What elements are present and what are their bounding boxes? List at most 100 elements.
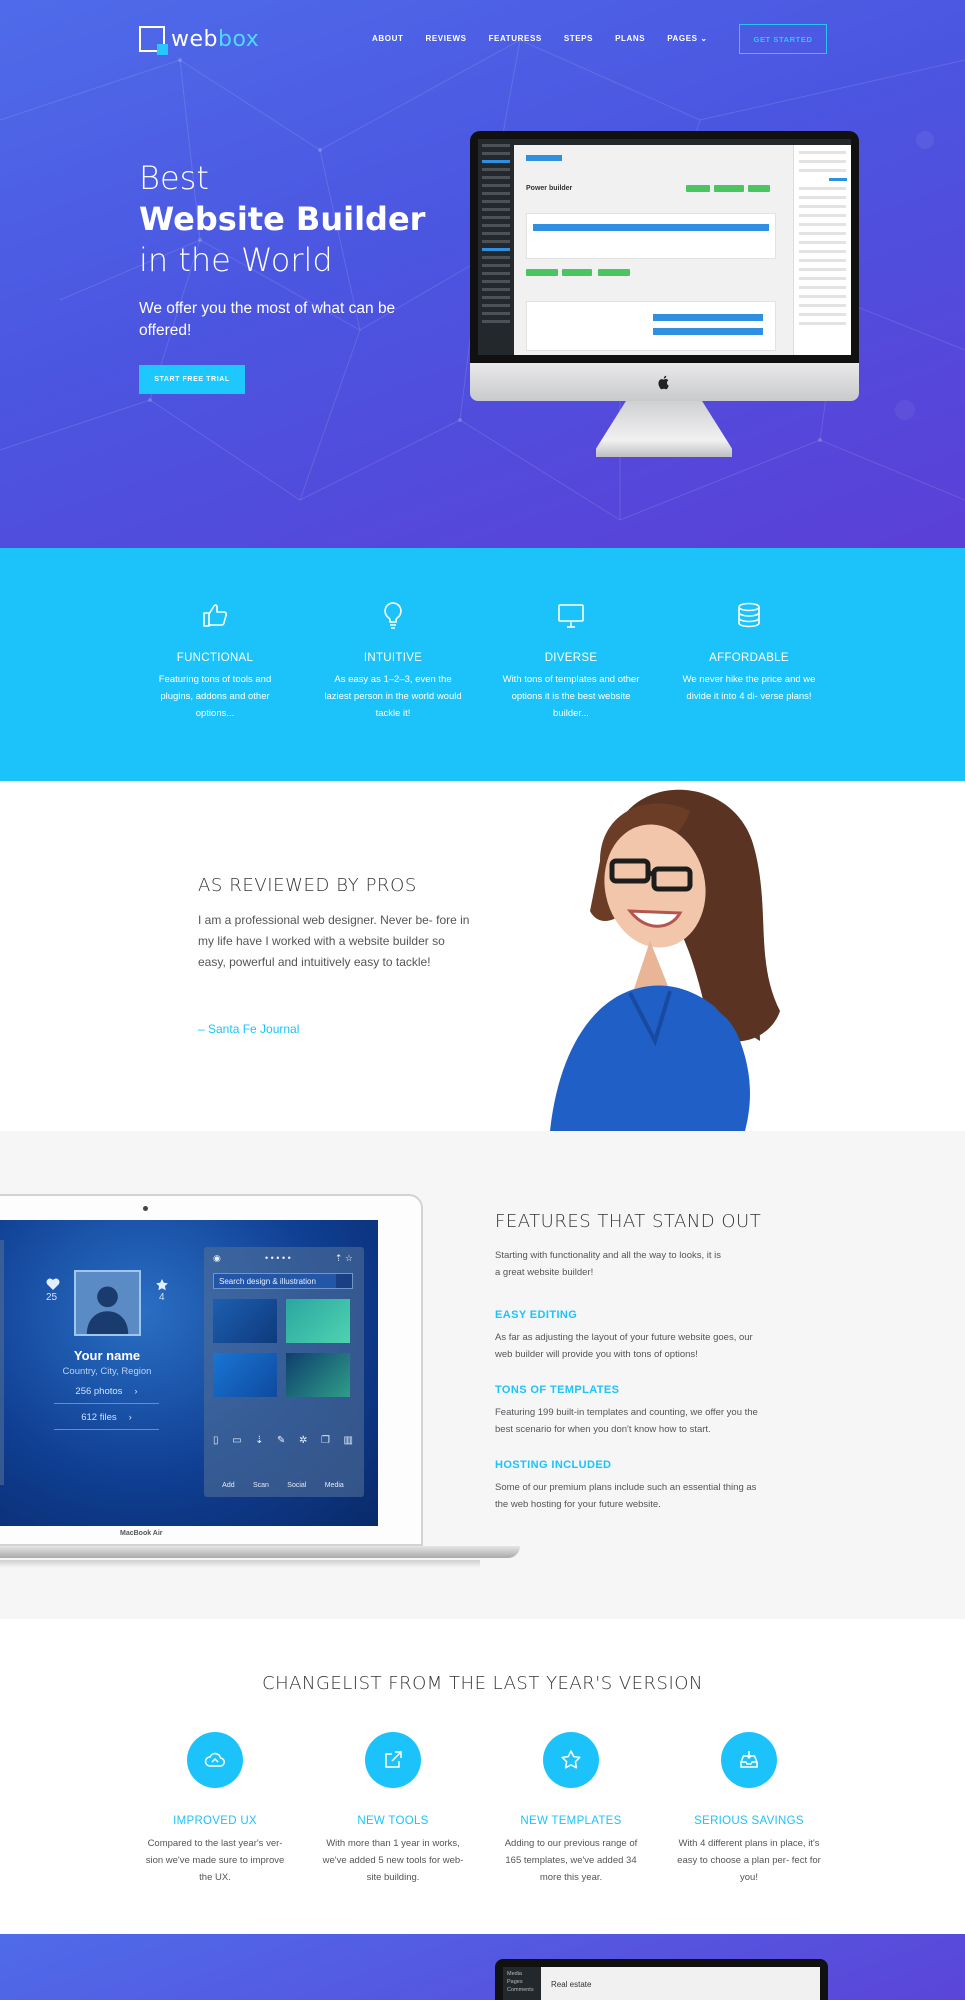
pencil-icon[interactable]: ✎ (277, 1435, 285, 1446)
feature-intuitive: INTUITIVE As easy as 1–2–3, even the laz… (323, 600, 463, 722)
external-link-icon (385, 1751, 402, 1768)
standout-item-text: Featuring 199 built-in templates and cou… (495, 1407, 758, 1435)
get-started-button[interactable]: GET STARTED (739, 24, 827, 54)
settings-icon[interactable]: ✲ (299, 1435, 307, 1446)
logo-mark-icon (139, 26, 168, 55)
macbook-label: MacBook Air (120, 1530, 163, 1537)
changelist-text: Compared to the last year's ver- sion we… (145, 1838, 285, 1883)
hero-title: Best Website Builder in the World (139, 158, 425, 281)
nav-item-steps[interactable]: STEPS (564, 34, 593, 43)
feature-text: With tons of templates and other options… (502, 674, 640, 719)
avatar (74, 1270, 141, 1336)
macbook-lid: 25 4 Your name Country, City, Region 256… (0, 1194, 423, 1546)
scan-tool[interactable]: Scan (253, 1482, 269, 1489)
hero-section: webbox ABOUT REVIEWS FEATURESS STEPS PLA… (0, 0, 965, 548)
reviewer-portrait (550, 789, 780, 1131)
standout-item-title: EASY EDITING (495, 1309, 578, 1321)
feature-affordable: AFFORDABLE We never hike the price and w… (679, 600, 819, 705)
chart-icon[interactable]: ▥ (343, 1435, 352, 1446)
changelist-title: SERIOUS SAVINGS (694, 1815, 804, 1827)
hero-title-line1: Best (139, 159, 209, 197)
search-placeholder: Search design & illustration (219, 1277, 316, 1286)
changelist-text: With more than 1 year in works, we've ad… (322, 1838, 464, 1883)
changelist-text: Adding to our previous range of 165 temp… (504, 1838, 638, 1883)
nav-item-plans[interactable]: PLANS (615, 34, 645, 43)
chevron-right-icon: › (134, 1386, 138, 1397)
media-tool[interactable]: Media (325, 1482, 344, 1489)
imac-mockup: Power builder (470, 131, 859, 457)
macbook-mockup: 25 4 Your name Country, City, Region 256… (0, 1194, 530, 1579)
bottom-hero-section: Media Pages Comments Real estate (0, 1934, 965, 2000)
nav-item-reviews[interactable]: REVIEWS (425, 34, 466, 43)
nav-item-pages[interactable]: PAGES ⌄ (667, 34, 708, 43)
user-icon (86, 1286, 129, 1334)
standout-intro: Starting with functionality and all the … (495, 1250, 722, 1278)
review-source: – Santa Fe Journal (198, 1022, 300, 1036)
feature-title: FUNCTIONAL (176, 652, 254, 664)
feature-title: INTUITIVE (363, 652, 423, 664)
eye-icon[interactable]: ◉ (213, 1253, 221, 1265)
search-icon[interactable] (336, 1274, 352, 1288)
trash-icon[interactable]: ▯ (213, 1435, 219, 1446)
changelist-title: NEW TEMPLATES (520, 1815, 622, 1827)
settings-panel (793, 145, 851, 355)
monitor-screen: Media Pages Comments Real estate (503, 1967, 820, 2000)
cloud-icon (204, 1752, 225, 1767)
thumbnail[interactable] (213, 1299, 277, 1343)
imac-stand (596, 401, 732, 457)
feature-text: As easy as 1–2–3, even the laziest perso… (324, 674, 462, 719)
photos-row[interactable]: 256 photos › (54, 1380, 159, 1404)
features-strip: FUNCTIONAL Featuring tons of tools and p… (0, 548, 965, 781)
download-icon[interactable]: ⇣ (255, 1435, 263, 1446)
thumbnail[interactable] (213, 1353, 277, 1397)
social-tool[interactable]: Social (287, 1482, 306, 1489)
macbook-screen: 25 4 Your name Country, City, Region 256… (0, 1220, 378, 1526)
star-icon (156, 1279, 168, 1291)
sidebar-item-media[interactable]: Media (507, 1970, 537, 1978)
heart-icon (46, 1278, 60, 1290)
gallery-search-input[interactable]: Search design & illustration (213, 1273, 353, 1289)
toolbar-button (526, 155, 562, 161)
start-free-trial-button[interactable]: START FREE TRIAL (139, 365, 245, 394)
gallery-toolbar: Add Scan Social Media (213, 1482, 353, 1489)
gallery-panel: ◉ • • • • • ⇡ ☆ Search design & illustra… (204, 1247, 364, 1497)
standout-item-text: Some of our premium plans include such a… (495, 1482, 757, 1510)
hero-title-line3: in the World (139, 241, 333, 279)
chevron-right-icon: › (128, 1412, 132, 1423)
thumbnail[interactable] (286, 1353, 350, 1397)
changelist-text: With 4 different plans in place, it's ea… (677, 1838, 821, 1883)
files-count: 612 files (81, 1412, 117, 1423)
inbox-icon (740, 1751, 758, 1768)
standout-item-text: As far as adjusting the layout of your f… (495, 1332, 753, 1360)
stars-count: 4 (159, 1292, 165, 1303)
sidebar-item-comments[interactable]: Comments (507, 1986, 537, 1994)
likes-count: 25 (46, 1292, 58, 1303)
macbook-shadow (0, 1560, 480, 1568)
admin-sidebar (478, 139, 514, 355)
standout-heading: FEATURES THAT STAND OUT (495, 1211, 762, 1232)
feature-text: We never hike the price and we divide it… (682, 674, 816, 702)
share-icon[interactable]: ⇡ ☆ (335, 1253, 353, 1265)
admin-sidebar: Media Pages Comments (503, 1967, 541, 2000)
hero-subtitle: We offer you the most of what can be off… (139, 300, 396, 339)
sidebar-item-pages[interactable]: Pages (507, 1978, 537, 1986)
standout-item-title: TONS OF TEMPLATES (495, 1384, 620, 1396)
files-row[interactable]: 612 files › (54, 1406, 159, 1430)
pagination-dots: • • • • • (264, 1253, 291, 1263)
copy-icon[interactable]: ❐ (321, 1435, 330, 1446)
changelist-title: IMPROVED UX (173, 1815, 257, 1827)
thumbnail[interactable] (286, 1299, 350, 1343)
builder-title: Power builder (526, 185, 573, 192)
file-icon[interactable]: ▭ (232, 1435, 241, 1446)
feature-functional: FUNCTIONAL Featuring tons of tools and p… (145, 600, 285, 722)
add-tool[interactable]: Add (222, 1482, 234, 1489)
imac-screen: Power builder (478, 139, 851, 355)
changelist-item: NEW TEMPLATES Adding to our previous ran… (496, 1732, 646, 1886)
feature-title: DIVERSE (544, 652, 598, 664)
brand-logo[interactable]: webbox (139, 26, 259, 55)
monitor-icon (558, 604, 584, 628)
nav-item-features[interactable]: FEATURESS (489, 34, 542, 43)
nav-item-about[interactable]: ABOUT (372, 34, 403, 43)
imac-frame: Power builder (470, 131, 859, 363)
photos-count: 256 photos (75, 1386, 123, 1397)
